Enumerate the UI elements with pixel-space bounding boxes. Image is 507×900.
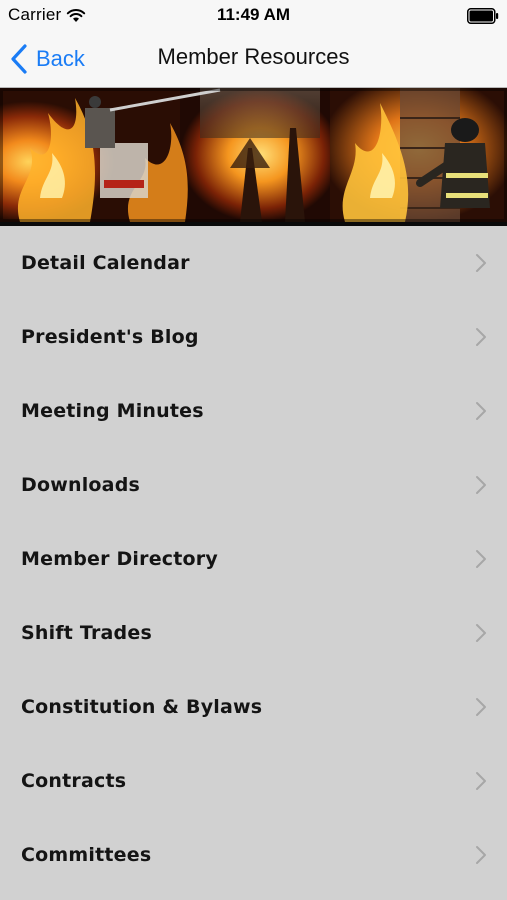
menu-item-label: Meeting Minutes bbox=[21, 400, 204, 422]
status-bar: Carrier 11:49 AM bbox=[0, 0, 507, 32]
menu-item-label: President's Blog bbox=[21, 326, 199, 348]
chevron-right-icon bbox=[476, 624, 486, 642]
menu-item-label: Contracts bbox=[21, 770, 127, 792]
menu-item-constitution-bylaws[interactable]: Constitution & Bylaws bbox=[0, 670, 507, 744]
chevron-right-icon bbox=[476, 550, 486, 568]
menu-item-committees[interactable]: Committees bbox=[0, 818, 507, 892]
chevron-right-icon bbox=[476, 402, 486, 420]
navigation-bar: Back Member Resources bbox=[0, 32, 507, 88]
chevron-right-icon bbox=[476, 328, 486, 346]
member-resources-menu: Detail Calendar President's Blog Meeting… bbox=[0, 226, 507, 892]
menu-item-label: Downloads bbox=[21, 474, 141, 496]
menu-item-label: Detail Calendar bbox=[21, 252, 190, 274]
status-time: 11:49 AM bbox=[216, 5, 291, 24]
chevron-right-icon bbox=[476, 476, 486, 494]
chevron-right-icon bbox=[476, 772, 486, 790]
menu-item-shift-trades[interactable]: Shift Trades bbox=[0, 596, 507, 670]
battery-icon bbox=[467, 8, 499, 24]
menu-item-presidents-blog[interactable]: President's Blog bbox=[0, 300, 507, 374]
menu-item-downloads[interactable]: Downloads bbox=[0, 448, 507, 522]
menu-item-member-directory[interactable]: Member Directory bbox=[0, 522, 507, 596]
menu-item-label: Shift Trades bbox=[21, 622, 152, 644]
chevron-right-icon bbox=[476, 846, 486, 864]
screen: Carrier 11:49 AM Back Member Resources D… bbox=[0, 0, 507, 900]
page-title: Member Resources bbox=[157, 44, 350, 69]
menu-item-meeting-minutes[interactable]: Meeting Minutes bbox=[0, 374, 507, 448]
fire-scene-illustration bbox=[0, 88, 507, 222]
chevron-right-icon bbox=[476, 698, 486, 716]
menu-item-label: Committees bbox=[21, 844, 152, 866]
menu-item-detail-calendar[interactable]: Detail Calendar bbox=[0, 226, 507, 300]
menu-item-label: Constitution & Bylaws bbox=[21, 696, 263, 718]
menu-item-contracts[interactable]: Contracts bbox=[0, 744, 507, 818]
header-banner-image bbox=[0, 88, 507, 226]
chevron-right-icon bbox=[476, 254, 486, 272]
menu-item-label: Member Directory bbox=[21, 548, 218, 570]
